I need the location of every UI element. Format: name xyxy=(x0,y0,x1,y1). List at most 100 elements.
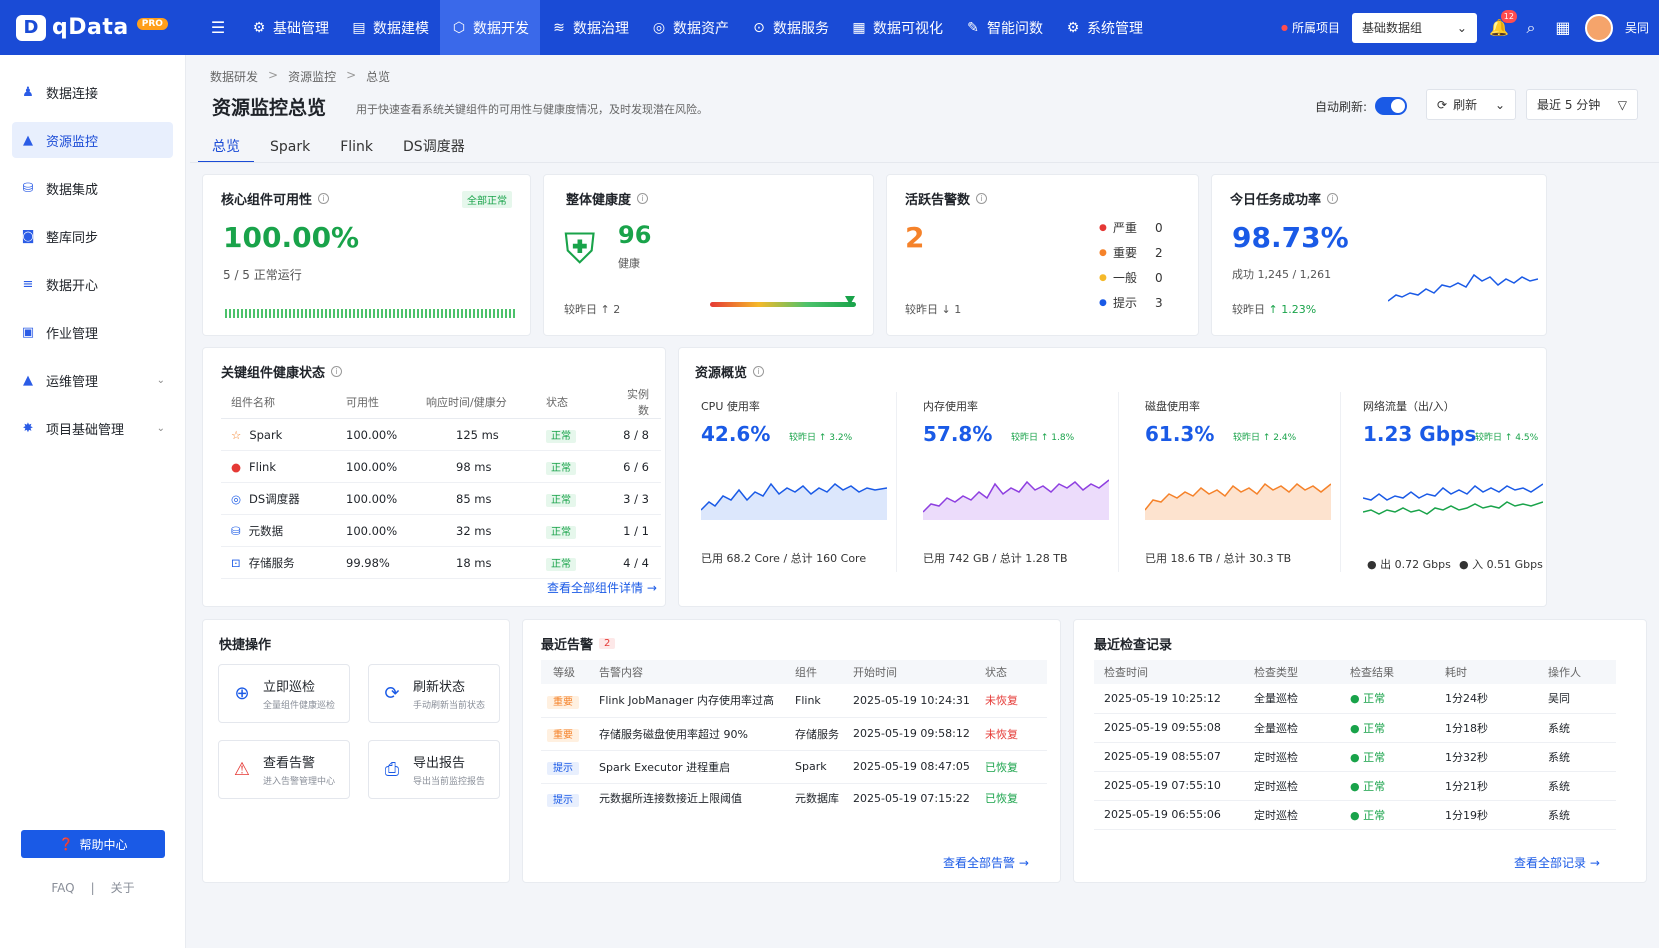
pro-badge: PRO xyxy=(136,17,168,30)
refresh-button[interactable]: ⟳ 刷新 ⌄ xyxy=(1426,89,1516,120)
sidebar-item-connection[interactable]: ♟ 数据连接 xyxy=(12,74,173,110)
breadcrumb-item[interactable]: 资源监控 xyxy=(288,68,336,85)
severity-name: 重要 xyxy=(1113,246,1138,260)
breadcrumb-separator: > xyxy=(268,68,279,82)
kpi-availability-card: 核心组件可用性 i 全部正常 100.00% 5 / 5 正常运行 xyxy=(202,174,531,336)
table-row[interactable]: ⛁ 元数据 100.00% 32 ms 正常 1 / 1 xyxy=(221,515,661,547)
view-alerts-button[interactable]: ⚠ 查看告警 进入告警管理中心 xyxy=(218,740,350,799)
column-header: 实例数 xyxy=(627,388,649,417)
about-link[interactable]: 关于 xyxy=(111,881,135,895)
nav-item-system[interactable]: ⚙ 系统管理 xyxy=(1054,0,1154,55)
metric-footer: 已用 18.6 TB / 总计 30.3 TB xyxy=(1145,552,1292,565)
grid-icon[interactable]: ▦ xyxy=(1553,18,1573,37)
breadcrumb-item[interactable]: 数据研发 xyxy=(210,68,258,85)
tab-ds[interactable]: DS调度器 xyxy=(389,131,479,163)
warning-icon: ⚠ xyxy=(233,758,251,780)
view-all-alerts-link[interactable]: 查看全部告警 → xyxy=(943,854,1029,871)
breadcrumb-item: 总览 xyxy=(366,70,391,84)
sidebar-item-jobs[interactable]: ▣ 作业管理 xyxy=(12,314,173,350)
faq-link[interactable]: FAQ xyxy=(51,881,74,895)
time-range-select[interactable]: 最近 5 分钟 ▽ xyxy=(1526,89,1638,120)
sidebar-item-integration[interactable]: ⛁ 数据集成 xyxy=(12,170,173,206)
nav-item-modeling[interactable]: ▤ 数据建模 xyxy=(340,0,440,55)
nav-item-governance[interactable]: ≋ 数据治理 xyxy=(540,0,640,55)
card-title-text: 整体健康度 xyxy=(566,193,632,208)
nav-label: 数据可视化 xyxy=(873,20,943,37)
chart-icon: ▦ xyxy=(852,19,866,36)
table-row[interactable]: ⊡ 存储服务 99.98% 18 ms 正常 4 / 4 xyxy=(221,547,661,579)
menu-toggle-icon[interactable]: ☰ xyxy=(204,0,232,55)
auto-refresh-toggle[interactable] xyxy=(1375,97,1408,115)
table-row[interactable]: 2025-05-19 08:55:07 定时巡检 ● 正常 1分32秒 系统 xyxy=(1094,742,1616,771)
nav-item-visualization[interactable]: ▦ 数据可视化 xyxy=(840,0,954,55)
sidebar-item-ops[interactable]: ▲ 运维管理 ⌄ xyxy=(12,362,173,398)
view-all-components-link[interactable]: 查看全部组件详情 → xyxy=(547,579,657,596)
service-icon: ⊙ xyxy=(753,19,765,36)
tab-spark[interactable]: Spark xyxy=(256,131,324,163)
check-type: 全量巡检 xyxy=(1254,692,1298,706)
info-icon[interactable]: i xyxy=(318,193,330,204)
table-row[interactable]: 重要 存储服务磁盘使用率超过 90% 存储服务 2025-05-19 09:58… xyxy=(541,717,1047,750)
search-icon[interactable]: ⌕ xyxy=(1521,18,1541,38)
check-time: 2025-05-19 10:25:12 xyxy=(1104,691,1221,705)
severity-name: 提示 xyxy=(1113,296,1138,310)
table-row[interactable]: 提示 元数据所连接数接近上限阈值 元数据库 2025-05-19 07:15:2… xyxy=(541,783,1047,813)
info-icon[interactable]: i xyxy=(753,366,765,377)
table-row[interactable]: ☆ Spark 100.00% 125 ms 正常 8 / 8 xyxy=(221,419,661,451)
tab-flink[interactable]: Flink xyxy=(326,131,387,163)
sidebar-item-project[interactable]: ✸ 项目基础管理 ⌄ xyxy=(12,410,173,446)
avatar[interactable] xyxy=(1584,13,1613,42)
table-row[interactable]: 2025-05-19 06:55:06 定时巡检 ● 正常 1分19秒 系统 xyxy=(1094,800,1616,829)
alert-time: 2025-05-19 07:15:22 xyxy=(853,791,970,805)
user-name[interactable]: 吴同 xyxy=(1625,19,1649,36)
instance-count: 6 / 6 xyxy=(623,459,649,474)
metric-divider xyxy=(896,392,897,572)
severity-count: 3 xyxy=(1155,295,1163,310)
severity-count: 2 xyxy=(1155,245,1163,260)
success-rate-value: 98.73% xyxy=(1232,221,1349,254)
table-row[interactable]: 2025-05-19 09:55:08 全量巡检 ● 正常 1分18秒 系统 xyxy=(1094,713,1616,742)
table-row[interactable]: 2025-05-19 07:55:10 定时巡检 ● 正常 1分21秒 系统 xyxy=(1094,771,1616,800)
nav-item-ask[interactable]: ✎ 智能问数 xyxy=(954,0,1054,55)
alert-status: 未恢复 xyxy=(985,694,1018,708)
inspect-now-button[interactable]: ⊕ 立即巡检 全量组件健康巡检 xyxy=(218,664,350,723)
sidebar-item-monitor[interactable]: ▲ 资源监控 xyxy=(12,122,173,158)
action-subtitle: 进入告警管理中心 xyxy=(263,777,336,787)
refresh-label: 刷新 xyxy=(1453,98,1478,112)
view-all-records-link[interactable]: 查看全部记录 → xyxy=(1514,854,1600,871)
instance-count: 3 / 3 xyxy=(623,491,649,506)
table-row[interactable]: 重要 Flink JobManager 内存使用率过高 Flink 2025-0… xyxy=(541,684,1047,717)
main-content: 数据研发 > 资源监控 > 总览 资源监控总览 用于快速查看系统关键组件的可用性与健… xyxy=(190,55,1659,948)
help-center-button[interactable]: ❓ 帮助中心 xyxy=(21,830,165,858)
tab-overview[interactable]: 总览 xyxy=(198,131,254,163)
logo-icon: D xyxy=(16,14,46,41)
check-operator: 系统 xyxy=(1548,808,1570,822)
project-select[interactable]: 基础数据组 ⌄ xyxy=(1351,12,1477,43)
alert-content: 存储服务磁盘使用率超过 90% xyxy=(599,727,748,741)
sidebar-item-dev[interactable]: ≡ 数据开心 xyxy=(12,266,173,302)
export-report-button[interactable]: ⎙ 导出报告 导出当前监控报告 xyxy=(368,740,500,799)
info-icon[interactable]: i xyxy=(976,193,988,204)
table-row[interactable]: 2025-05-19 10:25:12 全量巡检 ● 正常 1分24秒 吴同 xyxy=(1094,684,1616,713)
sidebar-item-label: 运维管理 xyxy=(46,374,99,390)
nav-item-dev[interactable]: ⬡ 数据开发 xyxy=(440,0,540,55)
info-icon[interactable]: i xyxy=(331,366,343,377)
refresh-status-button[interactable]: ⟳ 刷新状态 手动刷新当前状态 xyxy=(368,664,500,723)
nav-item-service[interactable]: ⊙ 数据服务 xyxy=(740,0,840,55)
table-row[interactable]: 提示 Spark Executor 进程重启 Spark 2025-05-19 … xyxy=(541,750,1047,783)
component-name: DS调度器 xyxy=(249,491,300,506)
notification-button[interactable]: 🔔 12 xyxy=(1489,10,1517,37)
table-row[interactable]: ● Flink 100.00% 98 ms 正常 6 / 6 xyxy=(221,451,661,483)
connection-icon: ♟ xyxy=(22,84,34,100)
app-logo[interactable]: D qData PRO xyxy=(0,14,190,41)
time-range-value: 最近 5 分钟 xyxy=(1537,98,1601,112)
nav-item-assets[interactable]: ◎ 数据资产 xyxy=(640,0,740,55)
info-icon[interactable]: i xyxy=(637,193,649,204)
card-title: 活跃告警数 i xyxy=(905,189,988,208)
info-icon[interactable]: i xyxy=(1327,193,1339,204)
table-row[interactable]: ◎ DS调度器 100.00% 85 ms 正常 3 / 3 xyxy=(221,483,661,515)
metric-divider xyxy=(1118,392,1119,572)
card-title-text: 今日任务成功率 xyxy=(1230,193,1322,208)
sidebar-item-sync[interactable]: ◙ 整库同步 xyxy=(12,218,173,254)
nav-item-basic[interactable]: ⚙ 基础管理 xyxy=(240,0,340,55)
